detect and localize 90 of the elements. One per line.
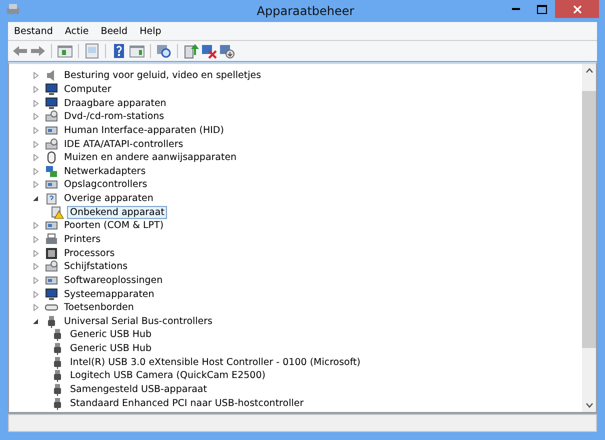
expand-arrow-icon[interactable] bbox=[33, 86, 39, 93]
pane-icon[interactable] bbox=[129, 43, 145, 59]
tree-item[interactable]: Opslagcontrollers bbox=[61, 178, 150, 192]
expand-arrow-icon[interactable] bbox=[33, 276, 39, 284]
menu-item[interactable]: Actie bbox=[58, 26, 95, 36]
expand-arrow-icon[interactable] bbox=[33, 113, 39, 120]
tree-item[interactable]: Besturing voor geluid, video en spelletjes bbox=[61, 69, 264, 82]
expand-arrow-icon[interactable] bbox=[33, 250, 39, 257]
drive-icon bbox=[45, 110, 58, 124]
help-icon[interactable] bbox=[111, 43, 127, 59]
close-icon bbox=[572, 4, 582, 14]
drive-icon bbox=[45, 260, 58, 274]
monitor-icon bbox=[45, 82, 58, 96]
mouse-icon bbox=[45, 151, 58, 164]
printer-icon bbox=[45, 233, 58, 246]
usb-plug-icon bbox=[51, 328, 64, 342]
tree-item[interactable]: Schijfstations bbox=[61, 260, 131, 274]
tree-item[interactable]: Overige apparaten bbox=[61, 192, 156, 206]
expand-arrow-icon[interactable] bbox=[33, 72, 39, 80]
tree-item[interactable]: Logitech USB Camera (QuickCam E2500) bbox=[67, 369, 268, 382]
tree-item[interactable]: Toetsenborden bbox=[61, 301, 137, 314]
device-icon bbox=[45, 274, 58, 287]
tree-item[interactable]: Intel(R) USB 3.0 eXtensible Host Controller - 0100 (Microsoft) bbox=[67, 356, 364, 369]
tree-item[interactable]: Samengesteld USB-apparaat bbox=[67, 383, 210, 396]
usb-plug-icon bbox=[45, 314, 58, 328]
back-arrow-icon[interactable] bbox=[12, 43, 28, 59]
collapse-arrow-icon[interactable] bbox=[33, 195, 39, 202]
device-icon bbox=[45, 124, 58, 137]
expand-arrow-icon[interactable] bbox=[33, 290, 39, 298]
network-icon bbox=[45, 164, 58, 178]
tree-item[interactable]: Universal Serial Bus-controllers bbox=[61, 314, 216, 328]
tree-item[interactable]: Processors bbox=[61, 246, 118, 260]
usb-plug-icon bbox=[51, 383, 64, 396]
scroll-up-icon[interactable] bbox=[586, 68, 592, 73]
tree-item[interactable]: Netwerkadapters bbox=[61, 164, 149, 178]
app-icon bbox=[6, 3, 20, 15]
tree-item[interactable]: Softwareoplossingen bbox=[61, 274, 166, 287]
tree-item[interactable]: Systeemapparaten bbox=[61, 288, 158, 301]
scroll-down-icon[interactable] bbox=[586, 403, 592, 408]
expand-arrow-icon[interactable] bbox=[33, 126, 39, 134]
scan-icon[interactable] bbox=[156, 43, 172, 59]
forward-arrow-icon[interactable] bbox=[30, 43, 46, 59]
disable-icon[interactable] bbox=[219, 43, 235, 59]
tree-item[interactable]: Onbekend apparaat bbox=[67, 206, 168, 219]
tree-item[interactable]: Muizen en andere aanwijsapparaten bbox=[61, 151, 240, 164]
tree-item[interactable]: Human Interface-apparaten (HID) bbox=[61, 124, 227, 137]
warning-icon bbox=[51, 206, 64, 219]
minimize-icon bbox=[512, 8, 520, 10]
expand-arrow-icon[interactable] bbox=[33, 222, 39, 230]
expand-arrow-icon[interactable] bbox=[33, 140, 39, 148]
expand-arrow-icon[interactable] bbox=[33, 263, 39, 270]
tree-item[interactable]: Generic USB Hub bbox=[67, 328, 155, 342]
drive-icon bbox=[45, 138, 58, 151]
usb-plug-icon bbox=[51, 396, 64, 410]
menu-item[interactable]: Beeld bbox=[94, 26, 134, 36]
usb-plug-icon bbox=[51, 369, 64, 382]
tree-item[interactable]: IDE ATA/ATAPI-controllers bbox=[61, 138, 186, 151]
scroll-thumb[interactable] bbox=[582, 91, 596, 348]
device-icon bbox=[45, 178, 58, 192]
tree-item[interactable]: Draagbare apparaten bbox=[61, 96, 170, 110]
update-driver-icon[interactable] bbox=[183, 43, 199, 59]
tree-item[interactable]: Generic USB Hub bbox=[67, 342, 155, 356]
expand-arrow-icon[interactable] bbox=[33, 100, 39, 107]
menu-item[interactable]: Bestand bbox=[8, 26, 59, 36]
monitor-icon bbox=[45, 96, 58, 110]
scrollbar[interactable] bbox=[582, 64, 596, 412]
menu-item[interactable]: Help bbox=[134, 26, 168, 36]
window-title: Apparaatbeheer bbox=[256, 4, 354, 18]
close-button[interactable] bbox=[555, 0, 599, 18]
usb-plug-icon bbox=[51, 342, 64, 356]
chip-icon bbox=[45, 246, 58, 260]
tree-item[interactable]: Dvd-/cd-rom-stations bbox=[61, 110, 168, 124]
tree-item[interactable]: Printers bbox=[61, 233, 104, 246]
expand-arrow-icon[interactable] bbox=[33, 236, 39, 243]
uninstall-icon[interactable] bbox=[201, 43, 217, 59]
tree-item[interactable]: Poorten (COM & LPT) bbox=[61, 219, 167, 232]
tree-item[interactable]: Standaard Enhanced PCI naar USB-hostcontroller bbox=[67, 396, 307, 410]
monitor-icon bbox=[45, 288, 58, 301]
usb-plug-icon bbox=[51, 356, 64, 369]
device-icon bbox=[45, 219, 58, 232]
properties-icon[interactable] bbox=[84, 43, 100, 59]
maximize-icon bbox=[537, 4, 547, 14]
expand-arrow-icon[interactable] bbox=[33, 168, 39, 175]
expand-arrow-icon[interactable] bbox=[33, 181, 39, 188]
expand-arrow-icon[interactable] bbox=[33, 304, 39, 312]
console-tree-icon[interactable] bbox=[57, 43, 73, 59]
device-icon bbox=[45, 192, 58, 206]
expand-arrow-icon[interactable] bbox=[33, 154, 39, 162]
collapse-arrow-icon[interactable] bbox=[33, 318, 39, 325]
tree-item[interactable]: Computer bbox=[61, 82, 114, 96]
